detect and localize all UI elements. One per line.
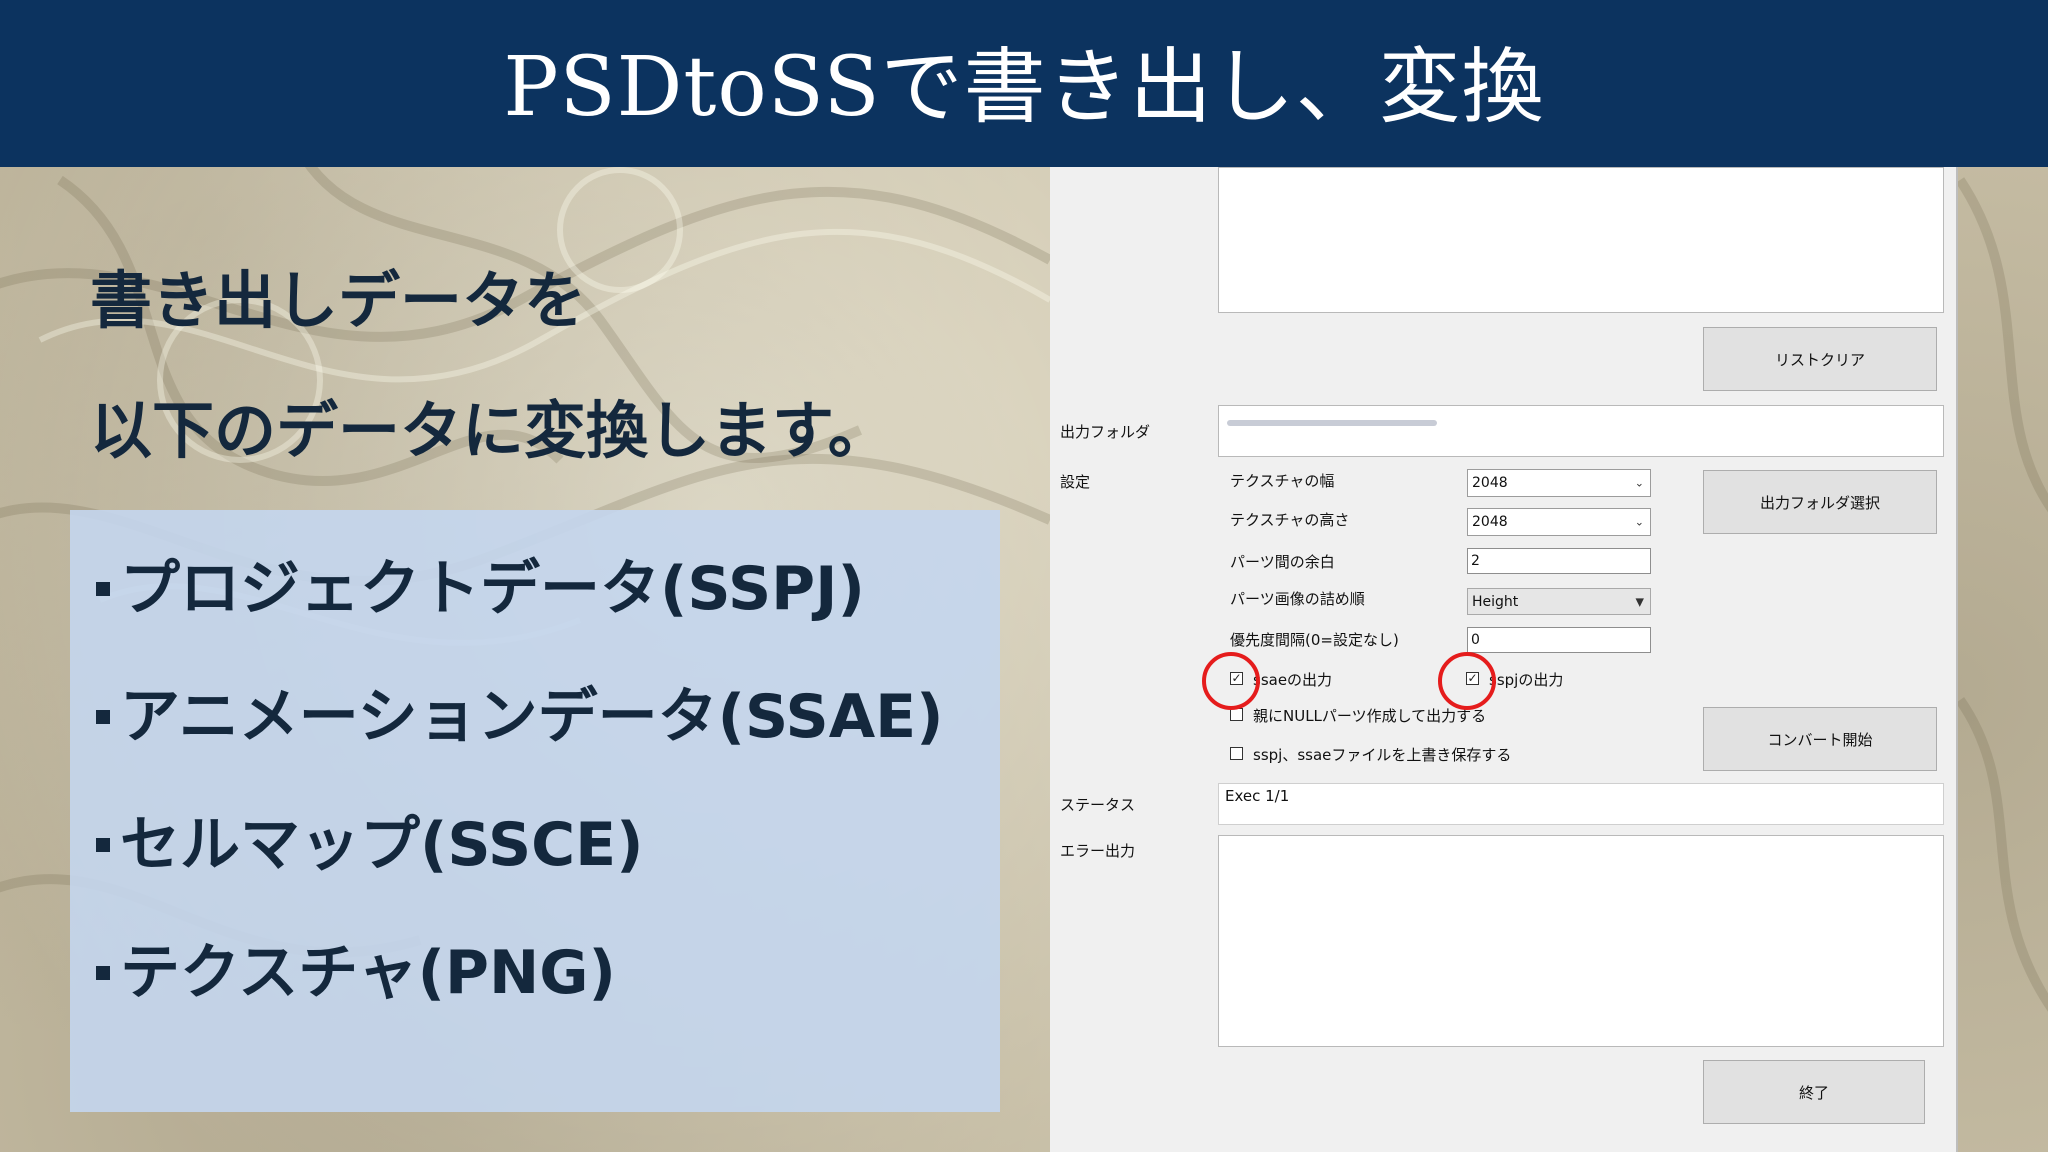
chevron-down-icon: ⌄	[1634, 476, 1644, 490]
ssae-output-label: ssaeの出力	[1253, 671, 1333, 689]
overwrite-checkbox[interactable]	[1230, 747, 1243, 760]
status-field: Exec 1/1	[1218, 783, 1944, 825]
list-item: プロジェクトデータ(SSPJ)	[96, 540, 865, 627]
packing-order-select[interactable]: Height ▼	[1467, 588, 1651, 615]
parts-margin-label: パーツ間の余白	[1230, 553, 1335, 571]
output-folder-select-button[interactable]: 出力フォルダ選択	[1703, 470, 1937, 534]
list-clear-button[interactable]: リストクリア	[1703, 327, 1937, 391]
bullet-icon	[96, 582, 110, 597]
bullet-icon	[96, 838, 110, 853]
error-output-label: エラー出力	[1060, 842, 1136, 860]
texture-height-label: テクスチャの高さ	[1230, 511, 1350, 529]
bullet-icon	[96, 710, 110, 725]
list-item: セルマップ(SSCE)	[96, 796, 644, 883]
null-parts-label: 親にNULLパーツ作成して出力する	[1253, 707, 1487, 725]
priority-interval-input[interactable]: 0	[1467, 627, 1651, 653]
end-button[interactable]: 終了	[1703, 1060, 1925, 1124]
intro-line-1: 書き出しデータを	[90, 264, 587, 337]
convert-start-button[interactable]: コンバート開始	[1703, 707, 1937, 771]
texture-height-select[interactable]: 2048 ⌄	[1467, 508, 1651, 536]
chevron-down-icon: ⌄	[1634, 515, 1644, 529]
list-item: テクスチャ(PNG)	[96, 924, 616, 1011]
texture-width-select[interactable]: 2048 ⌄	[1467, 469, 1651, 497]
error-output-box[interactable]	[1218, 835, 1944, 1047]
bullet-icon	[96, 966, 110, 981]
status-value: Exec 1/1	[1225, 787, 1290, 805]
sspj-output-label: sspjの出力	[1489, 671, 1564, 689]
output-folder-field[interactable]	[1218, 405, 1944, 457]
status-label: ステータス	[1060, 796, 1136, 814]
list-item: アニメーションデータ(SSAE)	[96, 668, 944, 755]
dropdown-arrow-icon: ▼	[1635, 595, 1644, 608]
packing-order-label: パーツ画像の詰め順	[1230, 590, 1365, 608]
psdtoss-dialog: リストクリア 出力フォルダ 設定 テクスチャの幅 2048 ⌄ テクスチャの高さ…	[1050, 167, 1958, 1152]
priority-interval-label: 優先度間隔(0=設定なし)	[1230, 631, 1399, 649]
file-list-box[interactable]	[1218, 167, 1944, 313]
texture-width-label: テクスチャの幅	[1230, 472, 1335, 490]
settings-label: 設定	[1060, 473, 1091, 491]
intro-line-2: 以下のデータに変換します。	[90, 394, 890, 467]
highlight-circle	[1202, 652, 1260, 710]
slide-title: PSDtoSSで書き出し、変換	[503, 40, 1545, 135]
parts-margin-input[interactable]: 2	[1467, 548, 1651, 574]
redacted-path	[1227, 420, 1437, 426]
title-bar: PSDtoSSで書き出し、変換	[0, 0, 2048, 167]
overwrite-label: sspj、ssaeファイルを上書き保存する	[1253, 746, 1512, 764]
highlight-circle	[1438, 652, 1496, 710]
output-format-list: プロジェクトデータ(SSPJ) アニメーションデータ(SSAE) セルマップ(S…	[70, 510, 1000, 1112]
output-folder-label: 出力フォルダ	[1060, 423, 1151, 441]
